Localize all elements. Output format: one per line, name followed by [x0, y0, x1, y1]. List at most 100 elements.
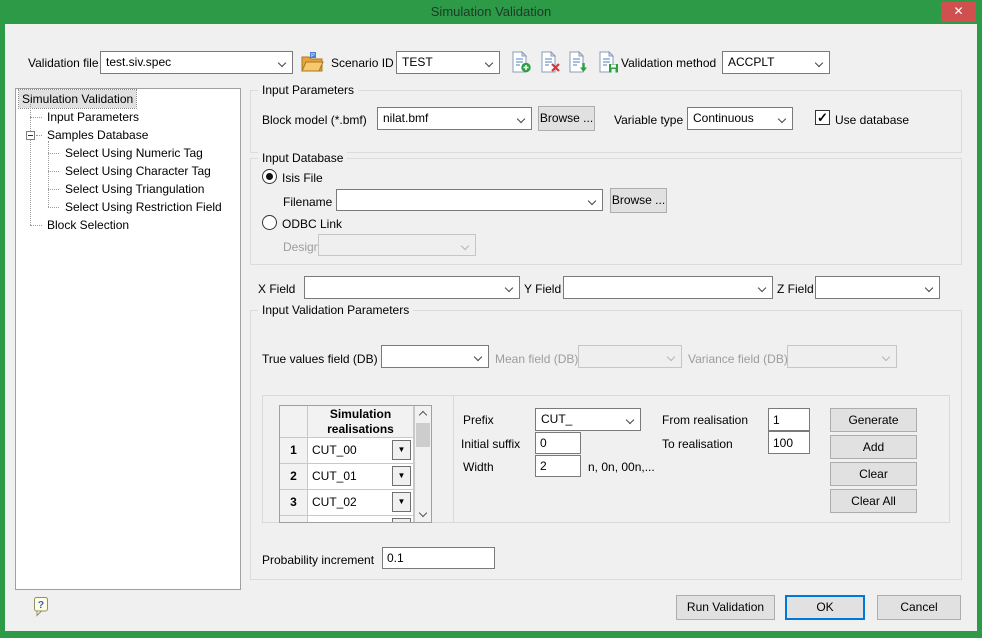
y-field-label: Y Field	[524, 282, 561, 296]
initial-suffix-input[interactable]	[535, 432, 581, 454]
to-realisation-input[interactable]	[768, 431, 810, 454]
table-row[interactable]: 4 ▼	[280, 516, 414, 523]
isis-file-radio[interactable]	[262, 169, 277, 184]
svg-text:P: P	[311, 53, 315, 59]
realisations-column-header: Simulation realisations	[308, 406, 414, 438]
chevron-down-icon	[925, 284, 933, 292]
width-hint: n, 0n, 00n,...	[588, 460, 655, 474]
input-validation-parameters-group-label: Input Validation Parameters	[258, 303, 413, 318]
delete-scenario-icon[interactable]	[540, 51, 561, 73]
help-icon[interactable]: ?	[33, 596, 50, 618]
add-button[interactable]: Add	[830, 435, 917, 459]
browse-filename-button[interactable]: Browse ...	[610, 188, 667, 213]
realisation-value: CUT_00	[312, 443, 357, 457]
scroll-up-icon[interactable]	[419, 411, 427, 419]
input-parameters-group-label: Input Parameters	[258, 83, 358, 98]
x-field-combo[interactable]	[304, 276, 520, 299]
variable-type-combo[interactable]: Continuous	[687, 107, 793, 130]
x-field-label: X Field	[258, 282, 295, 296]
cancel-button[interactable]: Cancel	[877, 595, 961, 620]
block-model-combo[interactable]: nilat.bmf	[377, 107, 532, 130]
table-scrollbar[interactable]	[414, 406, 431, 522]
validation-method-combo[interactable]: ACCPLT	[722, 51, 830, 74]
close-icon[interactable]: ✕	[941, 2, 976, 22]
save-scenario-icon[interactable]	[598, 51, 619, 73]
row-number: 2	[280, 464, 308, 490]
scroll-down-icon[interactable]	[419, 509, 427, 517]
scrollbar-thumb[interactable]	[416, 423, 430, 447]
tree-item-select-using-triangulation[interactable]: Select Using Triangulation	[62, 180, 207, 198]
tree-item-input-parameters[interactable]: Input Parameters	[44, 108, 142, 126]
realisation-cell[interactable]: CUT_00 ▼	[308, 438, 414, 464]
generate-button[interactable]: Generate	[830, 408, 917, 432]
prefix-combo[interactable]: CUT_	[535, 408, 641, 431]
width-input[interactable]	[535, 455, 581, 477]
design-label: Design	[283, 240, 320, 254]
tree-item-select-using-character-tag[interactable]: Select Using Character Tag	[62, 162, 214, 180]
odbc-link-label: ODBC Link	[282, 217, 342, 231]
panel-divider	[453, 395, 454, 523]
chevron-down-icon	[667, 353, 675, 361]
scenario-id-label: Scenario ID	[331, 56, 394, 70]
variable-type-label: Variable type	[614, 113, 683, 127]
cell-dropdown-icon[interactable]: ▼	[392, 518, 411, 523]
y-field-combo[interactable]	[563, 276, 773, 299]
table-row[interactable]: 3 CUT_02▼	[280, 490, 414, 516]
import-scenario-icon[interactable]	[568, 51, 589, 73]
cell-dropdown-icon[interactable]: ▼	[392, 492, 411, 512]
from-realisation-input[interactable]	[768, 408, 810, 431]
validation-file-value: test.siv.spec	[101, 52, 292, 73]
table-row[interactable]: 1 CUT_00▼	[280, 438, 414, 464]
z-field-label: Z Field	[777, 282, 814, 296]
realisation-cell[interactable]: CUT_01▼	[308, 464, 414, 490]
tree-item-samples-database[interactable]: Samples Database	[44, 126, 151, 144]
realisation-cell[interactable]: CUT_02▼	[308, 490, 414, 516]
probability-increment-input[interactable]	[382, 547, 495, 569]
cell-dropdown-icon[interactable]: ▼	[392, 440, 411, 460]
new-scenario-icon[interactable]	[511, 51, 532, 73]
browse-block-model-button[interactable]: Browse ...	[538, 106, 595, 131]
validation-file-combo[interactable]: test.siv.spec	[100, 51, 293, 74]
table-row[interactable]: 2 CUT_01▼	[280, 464, 414, 490]
scenario-id-combo[interactable]: TEST	[396, 51, 500, 74]
validation-file-label: Validation file	[28, 56, 99, 70]
tree-connector-line	[48, 189, 59, 190]
cell-dropdown-icon[interactable]: ▼	[392, 466, 411, 486]
dialog-window: Simulation Validation ✕ Validation file …	[0, 0, 982, 638]
isis-file-label: Isis File	[282, 171, 323, 185]
z-field-combo[interactable]	[815, 276, 940, 299]
clear-button[interactable]: Clear	[830, 462, 917, 486]
use-database-checkbox[interactable]: ✓	[815, 110, 830, 125]
tree-connector-line	[30, 100, 31, 225]
tree-item-simulation-validation[interactable]: Simulation Validation	[19, 90, 136, 108]
tree-connector-line	[30, 117, 42, 118]
ok-button[interactable]: OK	[785, 595, 865, 620]
prefix-label: Prefix	[463, 413, 494, 427]
block-model-value: nilat.bmf	[378, 108, 531, 129]
open-folder-icon[interactable]: P	[301, 51, 324, 73]
from-realisation-label: From realisation	[662, 413, 748, 427]
tree-item-select-using-restriction-field[interactable]: Select Using Restriction Field	[62, 198, 225, 216]
validation-method-label: Validation method	[621, 56, 716, 70]
tree-connector-line	[48, 153, 59, 154]
mean-field-label: Mean field (DB)	[495, 352, 578, 366]
initial-suffix-label: Initial suffix	[461, 437, 520, 451]
filename-label: Filename	[283, 195, 332, 209]
collapse-expander-icon[interactable]	[26, 131, 35, 140]
row-number: 4	[280, 516, 308, 523]
tree-item-block-selection[interactable]: Block Selection	[44, 216, 132, 234]
filename-combo[interactable]	[336, 189, 603, 211]
odbc-link-radio[interactable]	[262, 215, 277, 230]
block-model-label: Block model (*.bmf)	[262, 113, 367, 127]
run-validation-button[interactable]: Run Validation	[676, 595, 775, 620]
realisation-cell[interactable]: ▼	[308, 516, 414, 523]
chevron-down-icon	[461, 242, 469, 250]
true-values-field-combo[interactable]	[381, 345, 489, 368]
design-combo	[318, 234, 476, 256]
tree-connector-line	[48, 207, 59, 208]
tree-item-select-using-numeric-tag[interactable]: Select Using Numeric Tag	[62, 144, 206, 162]
mean-field-combo	[578, 345, 682, 368]
chevron-down-icon	[882, 353, 890, 361]
clear-all-button[interactable]: Clear All	[830, 489, 917, 513]
width-label: Width	[463, 460, 494, 474]
